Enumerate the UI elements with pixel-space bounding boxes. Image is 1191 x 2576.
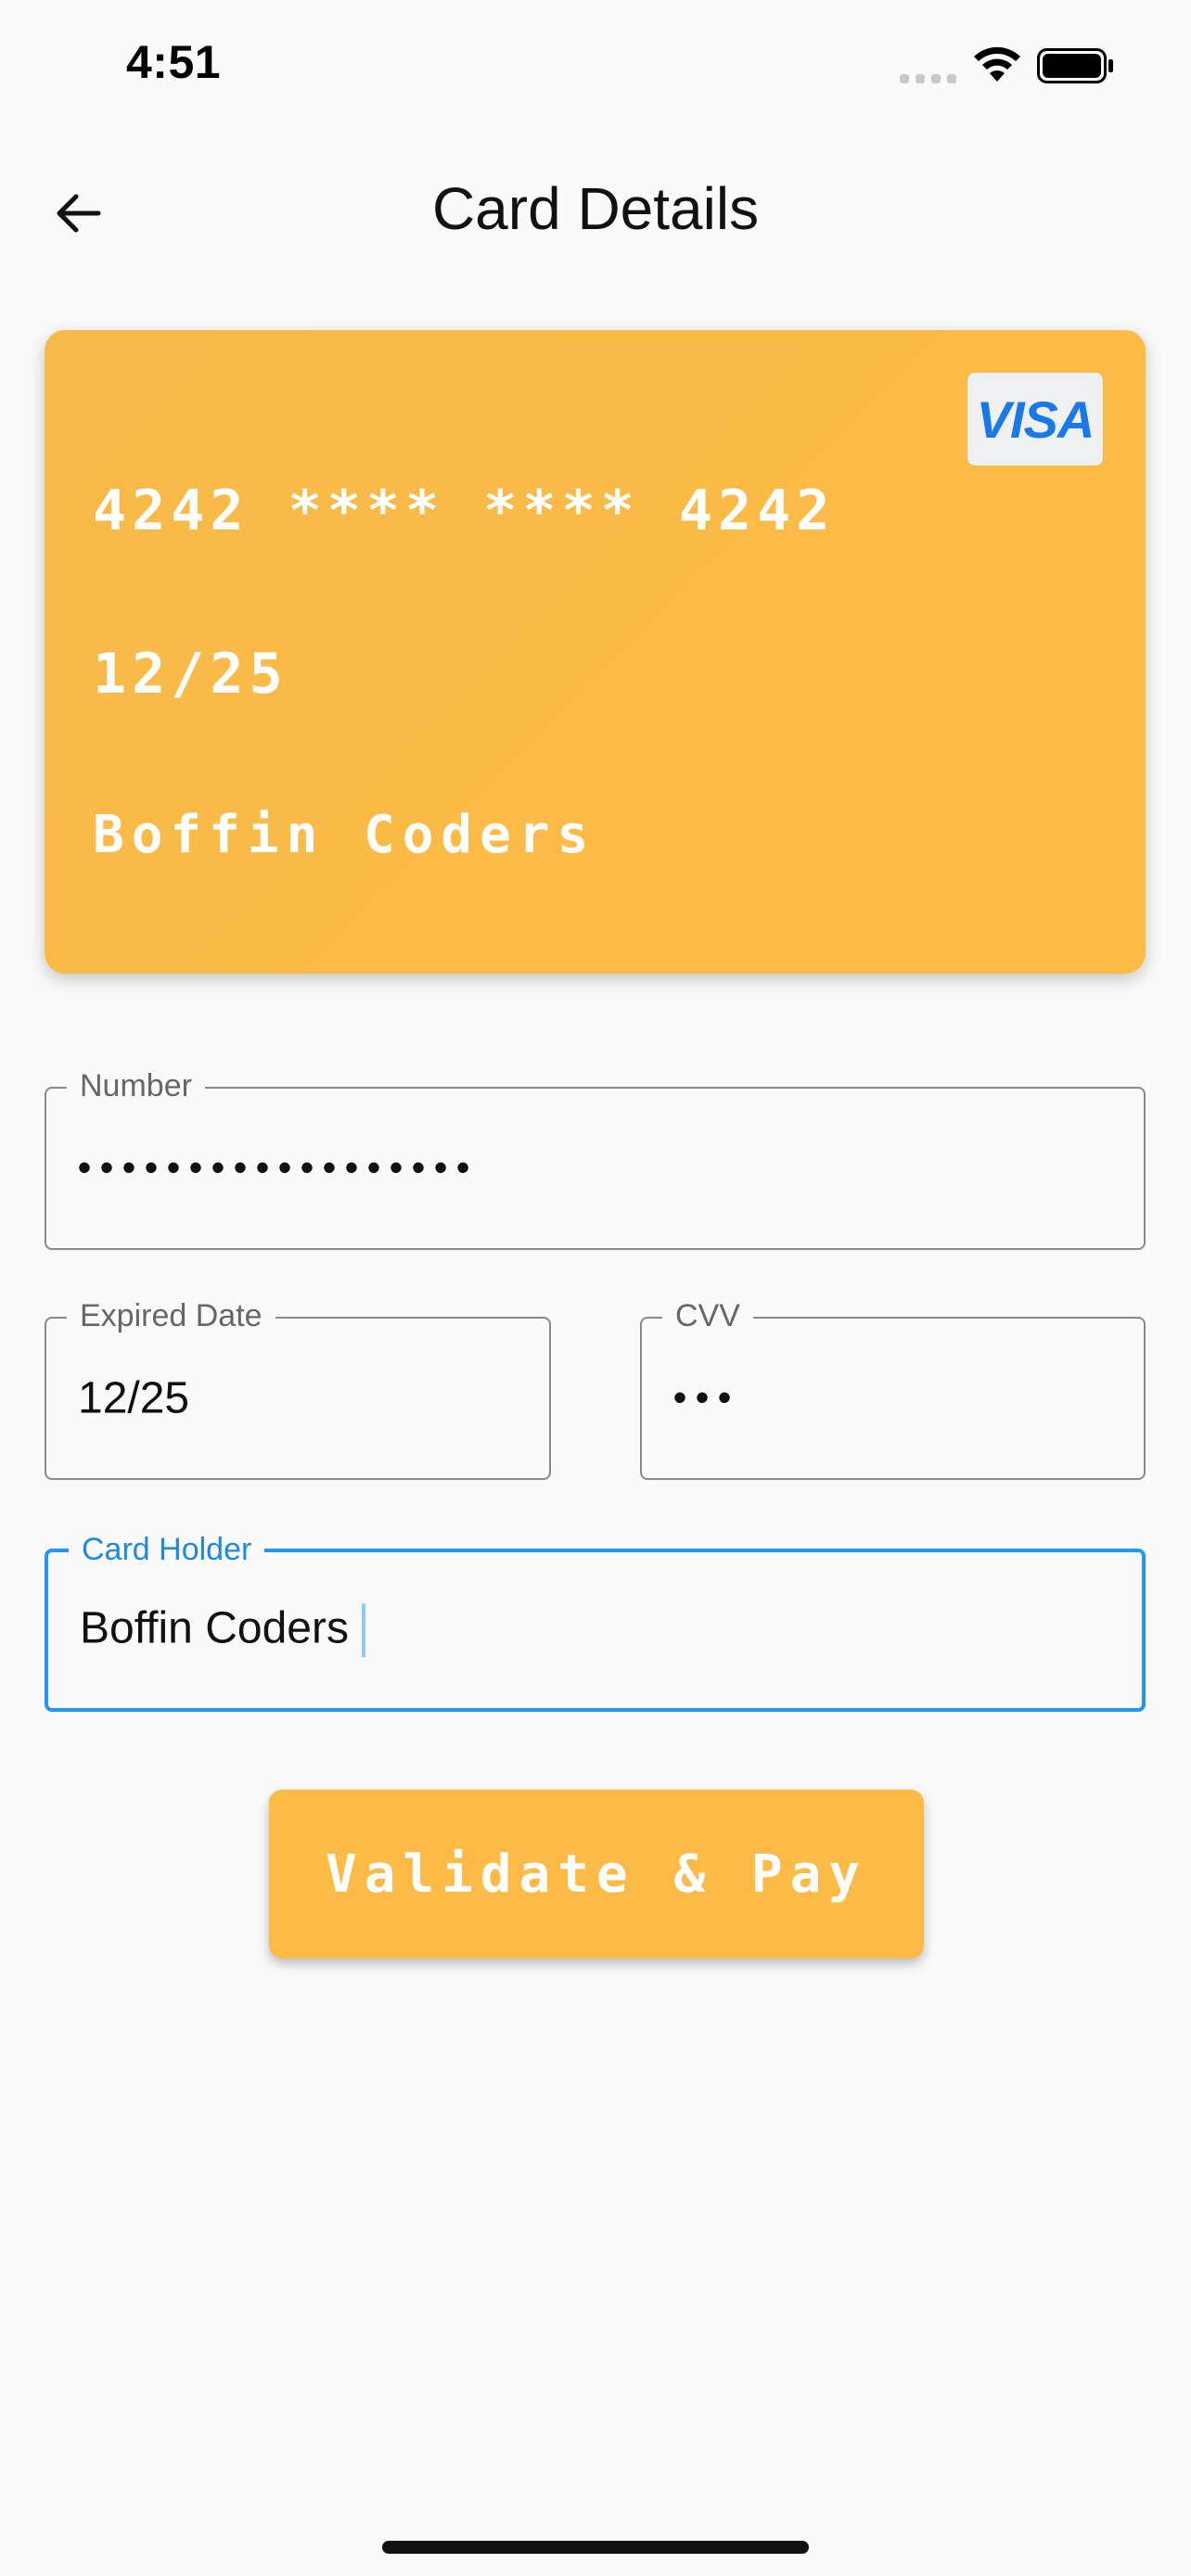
card-brand: VISA [976,389,1095,449]
expiry-date-field[interactable]: Expired Date 12/25 [45,1298,551,1480]
battery-icon [1037,48,1113,83]
card-holder-name: Boffin Coders [93,805,596,865]
card-holder-input: Boffin Coders [80,1602,365,1658]
card-number-label: Number [67,1068,205,1104]
card-holder-field[interactable]: Card Holder Boffin Coders [45,1532,1146,1712]
visa-logo: VISA [967,373,1103,465]
app-bar: Card Details [0,139,1191,278]
page-title: Card Details [431,175,760,242]
validate-pay-button[interactable]: Validate & Pay [269,1790,924,1958]
card-number-field[interactable]: Number •••••••••••••••••• [45,1068,1146,1250]
cellular-signal-icon [900,74,957,85]
cvv-label: CVV [662,1298,753,1334]
status-bar: 4:51 [0,0,1191,130]
credit-card-preview: VISA 4242 **** **** 4242 12/25 Boffin Co… [45,330,1146,974]
card-expiry: 12/25 [93,642,288,707]
validate-pay-label: Validate & Pay [325,1843,867,1905]
wifi-icon [974,46,1020,82]
cvv-field[interactable]: CVV ••• [640,1298,1146,1480]
card-number-value: •••••••••••••••••• [78,1147,480,1189]
status-time: 4:51 [126,36,222,88]
cvv-value: ••• [673,1377,741,1419]
card-holder-value: Boffin Coders [80,1603,349,1653]
expiry-date-label: Expired Date [67,1298,275,1334]
expiry-date-value: 12/25 [78,1373,190,1423]
screen: 4:51 Card Details VISA 4242 **** **** 42… [0,0,1191,2576]
text-caret [361,1603,365,1658]
card-number: 4242 **** **** 4242 [93,478,836,543]
home-indicator [382,2541,809,2554]
card-holder-label: Card Holder [69,1532,265,1568]
